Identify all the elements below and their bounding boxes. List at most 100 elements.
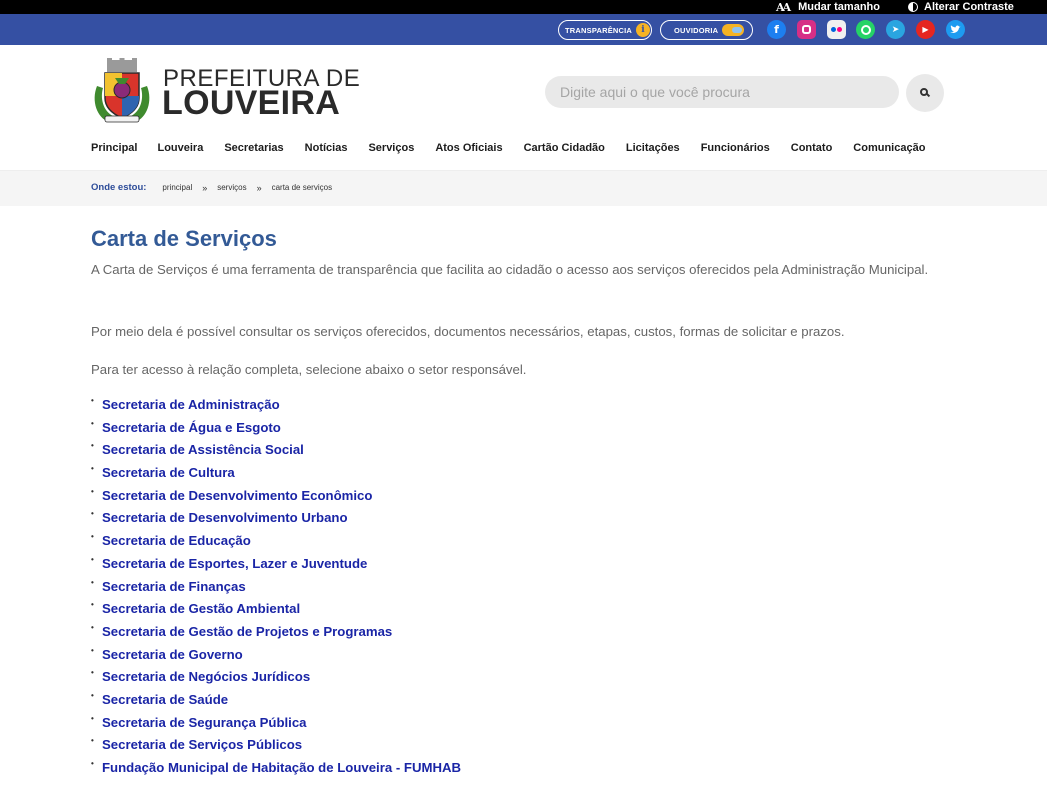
list-item: • Secretaria de Desenvolvimento Urbano xyxy=(91,508,461,531)
transparency-button[interactable]: TRANSPARÊNCIA i xyxy=(558,20,652,40)
breadcrumb-label: Onde estou: xyxy=(91,182,147,193)
search-input[interactable] xyxy=(545,76,899,108)
list-item: • Fundação Municipal de Habitação de Louv… xyxy=(91,758,461,781)
secretariat-link[interactable]: Secretaria de Assistência Social xyxy=(102,440,304,460)
bullet: • xyxy=(91,759,94,768)
secretariat-link[interactable]: Secretaria de Educação xyxy=(102,531,251,551)
ombudsman-label: OUVIDORIA xyxy=(674,25,719,35)
nav-secretarias[interactable]: Secretarias xyxy=(224,142,283,154)
secretariat-link[interactable]: Secretaria de Saúde xyxy=(102,690,228,710)
secretariat-link[interactable]: Fundação Municipal de Habitação de Louve… xyxy=(102,758,461,778)
secretariat-link[interactable]: Secretaria de Finanças xyxy=(102,577,246,597)
secretariat-link[interactable]: Secretaria de Gestão Ambiental xyxy=(102,599,300,619)
list-item: • Secretaria de Desenvolvimento Econômico xyxy=(91,486,461,509)
contrast-toggle[interactable]: Alterar Contraste xyxy=(908,0,1014,14)
list-item: • Secretaria de Água e Esgoto xyxy=(91,418,461,441)
transparency-label: TRANSPARÊNCIA xyxy=(565,25,633,35)
main-nav: Principal Louveira Secretarias Notícias … xyxy=(91,142,925,154)
search-icon xyxy=(920,88,928,96)
bullet: • xyxy=(91,554,94,564)
list-item: • Secretaria de Serviços Públicos xyxy=(91,735,461,758)
intro-paragraph-1: A Carta de Serviços é uma ferramenta de … xyxy=(91,262,929,277)
nav-noticias[interactable]: Notícias xyxy=(305,142,348,154)
bullet: • xyxy=(91,441,94,451)
nav-louveira[interactable]: Louveira xyxy=(157,142,203,154)
contrast-label: Alterar Contraste xyxy=(924,0,1014,13)
nav-atos-oficiais[interactable]: Atos Oficiais xyxy=(435,142,502,154)
top-links-bar: TRANSPARÊNCIA i OUVIDORIA f ➤ ▶ xyxy=(0,14,1047,45)
secretariat-link[interactable]: Secretaria de Desenvolvimento Urbano xyxy=(102,508,348,528)
telegram-icon[interactable]: ➤ xyxy=(886,20,905,39)
bullet: • xyxy=(91,713,94,723)
breadcrumb-separator: » xyxy=(256,182,262,193)
breadcrumb-bar: Onde estou: principal » serviços » carta… xyxy=(0,170,1047,206)
font-size-toggle[interactable]: AA Mudar tamanho xyxy=(776,0,880,14)
list-item: • Secretaria de Gestão Ambiental xyxy=(91,599,461,622)
logo-line-2: LOUVEIRA xyxy=(162,84,341,122)
list-item: • Secretaria de Gestão de Projetos e Prog… xyxy=(91,622,461,645)
list-item: • Secretaria de Segurança Pública xyxy=(91,713,461,736)
whatsapp-icon[interactable] xyxy=(856,20,875,39)
list-item: • Secretaria de Negócios Jurídicos xyxy=(91,667,461,690)
twitter-icon[interactable] xyxy=(946,20,965,39)
nav-cartao-cidadao[interactable]: Cartão Cidadão xyxy=(524,142,605,154)
instagram-icon[interactable] xyxy=(797,20,816,39)
facebook-icon[interactable]: f xyxy=(767,20,786,39)
city-logo[interactable]: PREFEITURA DE LOUVEIRA xyxy=(91,56,361,126)
breadcrumb-item-servicos[interactable]: serviços xyxy=(217,183,246,192)
bullet: • xyxy=(91,577,94,587)
secretariat-link[interactable]: Secretaria de Água e Esgoto xyxy=(102,418,281,438)
list-item: • Secretaria de Finanças xyxy=(91,577,461,600)
page-title: Carta de Serviços xyxy=(91,226,277,251)
secretariat-link[interactable]: Secretaria de Desenvolvimento Econômico xyxy=(102,486,372,506)
coat-of-arms-icon xyxy=(94,58,150,123)
youtube-icon[interactable]: ▶ xyxy=(916,20,935,39)
search-button[interactable] xyxy=(906,74,944,112)
accessibility-bar: AA Mudar tamanho Alterar Contraste xyxy=(0,0,1047,14)
breadcrumb: Onde estou: principal » serviços » carta… xyxy=(91,182,332,193)
breadcrumb-item-principal[interactable]: principal xyxy=(162,183,192,192)
list-item: • Secretaria de Administração xyxy=(91,395,461,418)
bullet: • xyxy=(91,532,94,542)
contrast-icon xyxy=(908,2,918,12)
secretariat-link[interactable]: Secretaria de Cultura xyxy=(102,463,235,483)
chat-bubble-icon xyxy=(722,24,745,36)
font-size-icon: AA xyxy=(776,0,791,14)
list-item: • Secretaria de Esportes, Lazer e Juventu… xyxy=(91,554,461,577)
list-item: • Secretaria de Governo xyxy=(91,645,461,668)
secretariat-link[interactable]: Secretaria de Negócios Jurídicos xyxy=(102,667,310,687)
font-size-label: Mudar tamanho xyxy=(798,0,880,13)
secretariat-link[interactable]: Secretaria de Segurança Pública xyxy=(102,713,307,733)
secretariat-link[interactable]: Secretaria de Serviços Públicos xyxy=(102,735,302,755)
bullet: • xyxy=(91,645,94,655)
bullet: • xyxy=(91,418,94,428)
secretariat-link[interactable]: Secretaria de Gestão de Projetos e Progr… xyxy=(102,622,392,642)
breadcrumb-item-current: carta de serviços xyxy=(271,183,333,192)
bullet: • xyxy=(91,486,94,496)
nav-principal[interactable]: Principal xyxy=(91,142,137,154)
info-icon: i xyxy=(636,23,651,37)
nav-funcionarios[interactable]: Funcionários xyxy=(701,142,770,154)
bullet: • xyxy=(91,464,94,474)
nav-contato[interactable]: Contato xyxy=(791,142,833,154)
secretariat-link[interactable]: Secretaria de Esportes, Lazer e Juventud… xyxy=(102,554,367,574)
intro-paragraph-2: Por meio dela é possível consultar os se… xyxy=(91,324,845,339)
nav-licitacoes[interactable]: Licitações xyxy=(626,142,680,154)
list-item: • Secretaria de Cultura xyxy=(91,463,461,486)
breadcrumb-separator: » xyxy=(202,182,208,193)
bullet: • xyxy=(91,509,94,519)
list-item: • Secretaria de Assistência Social xyxy=(91,440,461,463)
bullet: • xyxy=(91,736,94,746)
secretariat-link[interactable]: Secretaria de Administração xyxy=(102,395,280,415)
list-item: • Secretaria de Educação xyxy=(91,531,461,554)
bullet: • xyxy=(91,668,94,678)
nav-comunicacao[interactable]: Comunicação xyxy=(853,142,925,154)
nav-servicos[interactable]: Serviços xyxy=(368,142,414,154)
flickr-icon[interactable] xyxy=(827,20,846,39)
secretariat-list: • Secretaria de Administração • Secretaria … xyxy=(91,395,461,781)
bullet: • xyxy=(91,600,94,610)
secretariat-link[interactable]: Secretaria de Governo xyxy=(102,645,243,665)
bullet: • xyxy=(91,622,94,632)
list-item: • Secretaria de Saúde xyxy=(91,690,461,713)
ombudsman-button[interactable]: OUVIDORIA xyxy=(660,20,753,40)
